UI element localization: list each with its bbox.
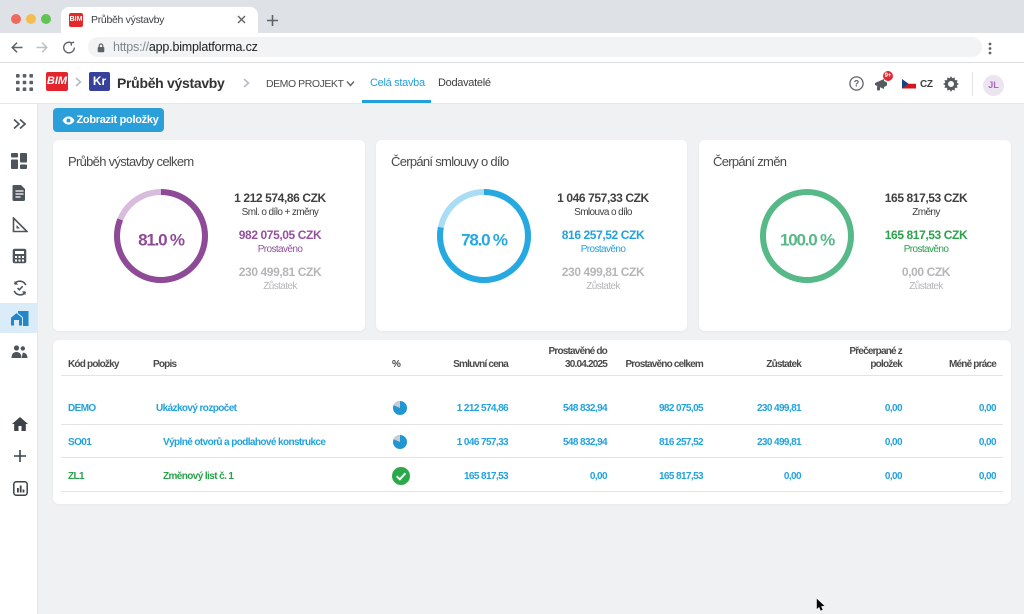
svg-text:81.0 %: 81.0 % <box>138 231 185 250</box>
svg-text:?: ? <box>854 79 860 89</box>
svg-text:78.0 %: 78.0 % <box>461 231 508 250</box>
